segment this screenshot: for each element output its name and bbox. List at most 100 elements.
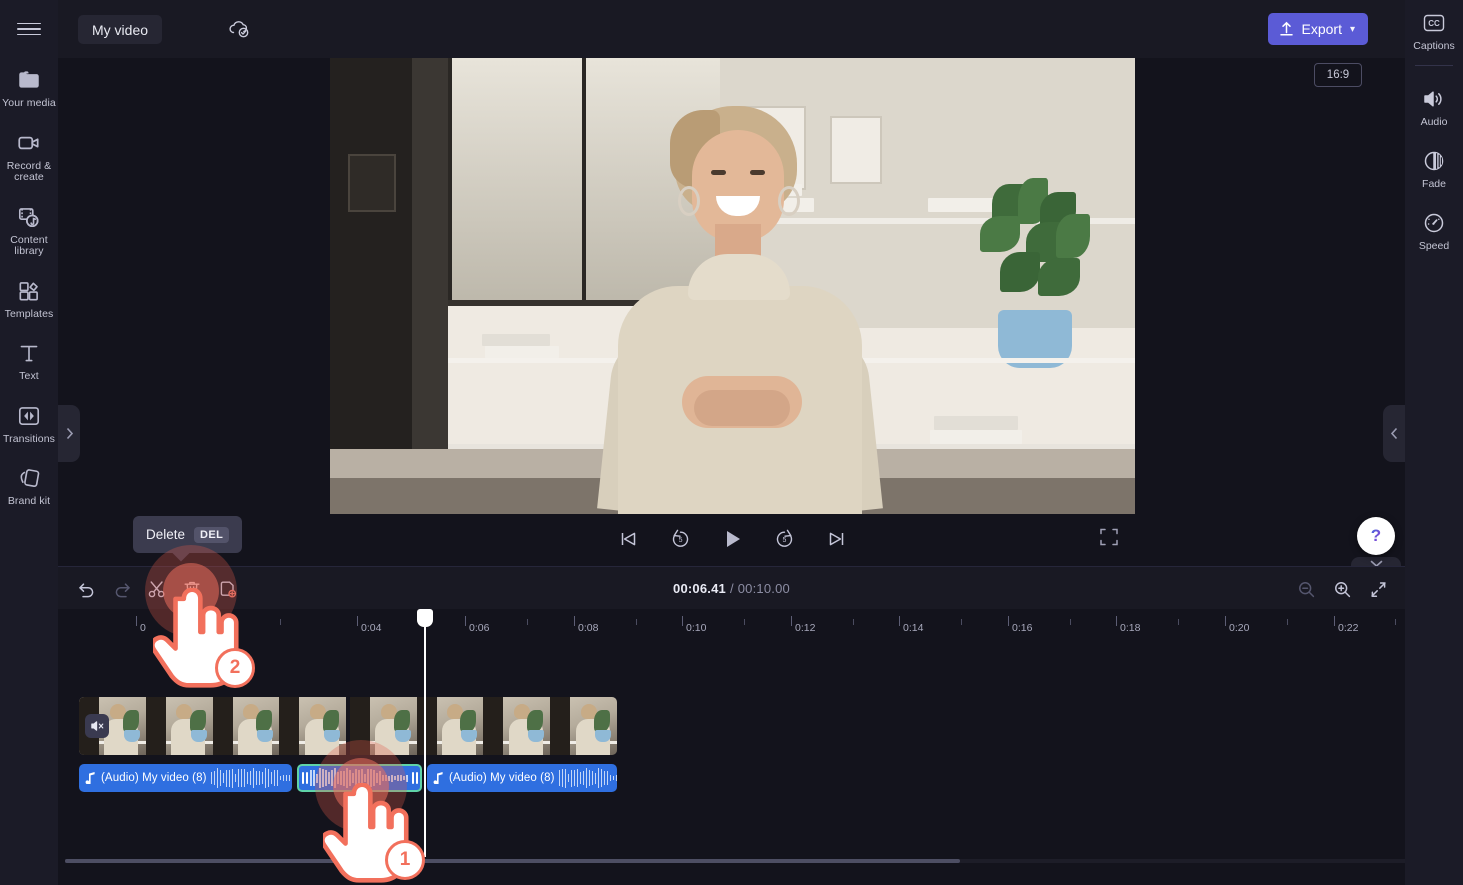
duplicate-button[interactable]: [212, 574, 242, 604]
play-button[interactable]: [718, 524, 748, 554]
duplicate-add-icon: [220, 581, 237, 598]
sidebar-item-text[interactable]: Text: [0, 338, 58, 385]
speaker-muted-icon[interactable]: [85, 714, 109, 738]
scissors-icon: [148, 581, 165, 598]
preview-panel: 16:9 5 5: [58, 58, 1405, 564]
ruler-tick-major: [1116, 616, 1117, 626]
undo-button[interactable]: [72, 574, 102, 604]
rewind-5s-button[interactable]: 5: [666, 524, 696, 554]
video-thumbnail: [279, 697, 346, 755]
right-item-label: Speed: [1418, 240, 1450, 252]
magnifier-plus-icon: [1334, 581, 1350, 597]
audio-clip[interactable]: (Audio) My video (8): [427, 764, 617, 792]
fade-contrast-icon: [1421, 148, 1447, 174]
tooltip-label: Delete: [146, 527, 186, 542]
total-time: 00:10.00: [737, 581, 790, 596]
video-thumbnail: [416, 697, 484, 755]
right-item-audio[interactable]: Audio: [1405, 86, 1463, 128]
chevron-left-icon: [1390, 427, 1397, 440]
timeline-edit-buttons: [72, 574, 242, 604]
redo-button[interactable]: [107, 574, 137, 604]
sidebar-item-label: Text: [19, 370, 39, 382]
video-clip[interactable]: [79, 697, 617, 755]
svg-text:5: 5: [679, 537, 683, 544]
ruler-tick-major: [574, 616, 575, 626]
cloud-saved-icon[interactable]: [226, 18, 252, 40]
hamburger-menu-icon[interactable]: [17, 17, 41, 41]
sidebar-item-label: Transitions: [2, 432, 56, 445]
ruler-tick-minor: [527, 619, 528, 625]
export-button[interactable]: Export ▾: [1267, 13, 1368, 45]
upload-icon: [1279, 21, 1293, 36]
ruler-tick-major: [899, 616, 900, 626]
skip-next-icon: [829, 532, 844, 546]
timeline-toolbar: 00:06.41 / 00:10.00: [58, 566, 1405, 609]
video-thumbnail: [550, 697, 617, 755]
speaker-volume-icon: [1421, 86, 1447, 112]
fullscreen-button[interactable]: [1098, 526, 1122, 550]
transitions-icon: [16, 403, 42, 429]
ruler-tick-minor: [961, 619, 962, 625]
delete-button[interactable]: [177, 574, 207, 604]
ruler-tick-minor: [1287, 619, 1288, 625]
timeline-ruler[interactable]: 0 0:04 0:06 0:08 0:10 0:12 0:14 0:16 0:18 0:20 0:2…: [58, 609, 1405, 633]
ruler-tick-major: [1008, 616, 1009, 626]
video-preview[interactable]: [330, 58, 1135, 514]
top-toolbar: My video Export ▾: [58, 0, 1405, 58]
split-button[interactable]: [142, 574, 172, 604]
zoom-out-button[interactable]: [1291, 574, 1321, 604]
playhead[interactable]: [417, 609, 433, 857]
sidebar-item-your-media[interactable]: Your media: [0, 65, 58, 112]
sidebar-item-content-library[interactable]: Content library: [0, 202, 58, 260]
forward-5s-button[interactable]: 5: [770, 524, 800, 554]
tooltip-shortcut: DEL: [194, 526, 230, 543]
redo-arrow-icon: [115, 583, 130, 598]
text-t-icon: [16, 340, 42, 366]
ruler-label: 0:22: [1338, 622, 1359, 633]
timeline-zoom-buttons: [1291, 574, 1393, 604]
zoom-in-button[interactable]: [1327, 574, 1357, 604]
ruler-label: 0:18: [1120, 622, 1141, 633]
right-item-captions[interactable]: CC Captions: [1405, 10, 1463, 52]
sidebar-item-label: Brand kit: [7, 495, 51, 507]
ruler-label: 0:12: [795, 622, 816, 633]
right-item-fade[interactable]: Fade: [1405, 148, 1463, 190]
ruler-tick-major: [1334, 616, 1335, 626]
fit-to-screen-button[interactable]: [1363, 574, 1393, 604]
ruler-tick-minor: [226, 619, 227, 625]
ruler-label: 0:10: [686, 622, 707, 633]
export-label: Export: [1301, 21, 1342, 37]
help-button[interactable]: ?: [1357, 517, 1395, 555]
audio-clip[interactable]: (Audio) My video (8): [79, 764, 292, 792]
ruler-tick-major: [357, 616, 358, 626]
right-item-label: Captions: [1413, 40, 1455, 52]
rail-divider: [1415, 65, 1453, 66]
jump-to-start-button[interactable]: [614, 524, 644, 554]
sidebar-item-transitions[interactable]: Transitions: [0, 401, 58, 448]
sidebar-item-record-create[interactable]: Record & create: [0, 128, 58, 186]
aspect-ratio-badge[interactable]: 16:9: [1314, 63, 1362, 87]
magnifier-minus-icon: [1298, 581, 1314, 597]
collapse-left-panel-button[interactable]: [58, 405, 80, 462]
time-separator: /: [729, 581, 734, 596]
project-name-field[interactable]: My video: [78, 15, 163, 44]
playhead-handle[interactable]: [417, 609, 433, 627]
right-item-label: Fade: [1422, 178, 1446, 190]
timecode-display: 00:06.41 / 00:10.00: [58, 567, 1405, 610]
sidebar-item-label: Content library: [10, 233, 48, 257]
sidebar-item-brand-kit[interactable]: Brand kit: [0, 463, 58, 510]
trim-handle-right[interactable]: [409, 766, 420, 790]
audio-clip-selected[interactable]: [297, 764, 422, 792]
sidebar-item-templates[interactable]: Templates: [0, 276, 58, 323]
chevron-right-icon: [66, 427, 73, 440]
collapse-right-panel-button[interactable]: [1383, 405, 1405, 462]
svg-text:?: ?: [1371, 526, 1381, 545]
right-item-speed[interactable]: Speed: [1405, 210, 1463, 252]
ruler-label: 0:06: [469, 622, 490, 633]
timeline-scrollbar-thumb[interactable]: [65, 859, 960, 863]
ruler-label: 0:14: [903, 622, 924, 633]
ruler-tick-minor: [853, 619, 854, 625]
video-thumbnail: [349, 697, 417, 755]
trim-handle-left[interactable]: [299, 766, 310, 790]
jump-to-end-button[interactable]: [822, 524, 852, 554]
